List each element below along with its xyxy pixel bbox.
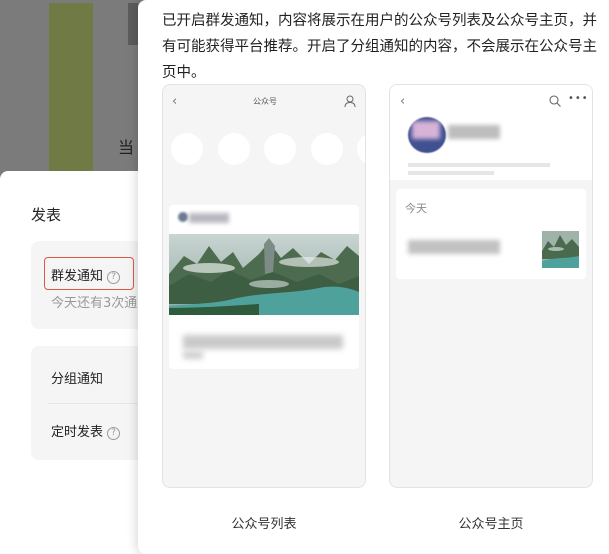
today-section-label: 今天 <box>405 202 427 215</box>
background-partial-text: 当 <box>118 138 135 157</box>
avatar <box>311 133 343 165</box>
article-thumbnail <box>542 231 579 268</box>
mass-notice-popover: 已开启群发通知，内容将展示在用户的公众号列表及公众号主页，并有可能获得平台推荐。… <box>138 0 609 554</box>
user-icon <box>344 95 356 108</box>
search-icon <box>549 95 561 107</box>
background-image-strip <box>49 3 93 171</box>
question-circle-icon[interactable]: ? <box>107 427 121 440</box>
group-notice-option[interactable]: 分组通知 <box>51 368 103 387</box>
popover-description: 已开启群发通知，内容将展示在用户的公众号列表及公众号主页，并有可能获得平台推荐。… <box>162 13 597 81</box>
blurred-article-title <box>183 335 343 349</box>
question-circle-icon[interactable]: ? <box>107 271 121 284</box>
chevron-left-icon: ‹ <box>400 94 406 109</box>
account-home-preview: ‹ ••• 今天 <box>389 84 593 488</box>
avatar <box>171 133 203 165</box>
article-cover-image <box>169 234 359 315</box>
scheduled-post-option[interactable]: 定时发表? <box>51 421 121 440</box>
account-home-caption: 公众号主页 <box>458 517 524 532</box>
background-thumbnail <box>128 3 138 45</box>
blurred-article-title <box>183 351 203 359</box>
blurred-account-name <box>448 125 500 139</box>
blurred-account-avatar <box>408 117 446 153</box>
blurred-account-bio <box>408 171 494 175</box>
home-article-card: 今天 <box>396 189 586 279</box>
blurred-article-title <box>408 240 500 254</box>
more-dots-icon: ••• <box>568 93 589 104</box>
mass-notice-label: 群发通知 <box>51 269 104 284</box>
account-home-header: ‹ ••• <box>390 85 592 180</box>
account-list-preview: ‹ 公众号 <box>162 84 366 488</box>
publish-panel-title: 发表 <box>31 206 62 224</box>
mass-notice-option[interactable]: 群发通知? <box>51 265 121 284</box>
article-card <box>169 205 359 369</box>
divider <box>48 403 140 404</box>
account-list-caption: 公众号列表 <box>231 517 297 532</box>
landscape-image <box>169 234 359 315</box>
preview-nav-title: 公众号 <box>253 97 277 106</box>
landscape-image <box>542 231 579 268</box>
avatar <box>264 133 296 165</box>
avatar <box>218 133 250 165</box>
blurred-account-avatar <box>178 212 188 222</box>
scheduled-post-label: 定时发表 <box>51 425 104 440</box>
followed-accounts-row <box>171 133 365 165</box>
blurred-account-name <box>189 213 229 223</box>
remaining-count-text: 今天还有3次通 <box>51 296 138 311</box>
avatar <box>357 133 365 165</box>
blurred-account-bio <box>408 163 550 167</box>
